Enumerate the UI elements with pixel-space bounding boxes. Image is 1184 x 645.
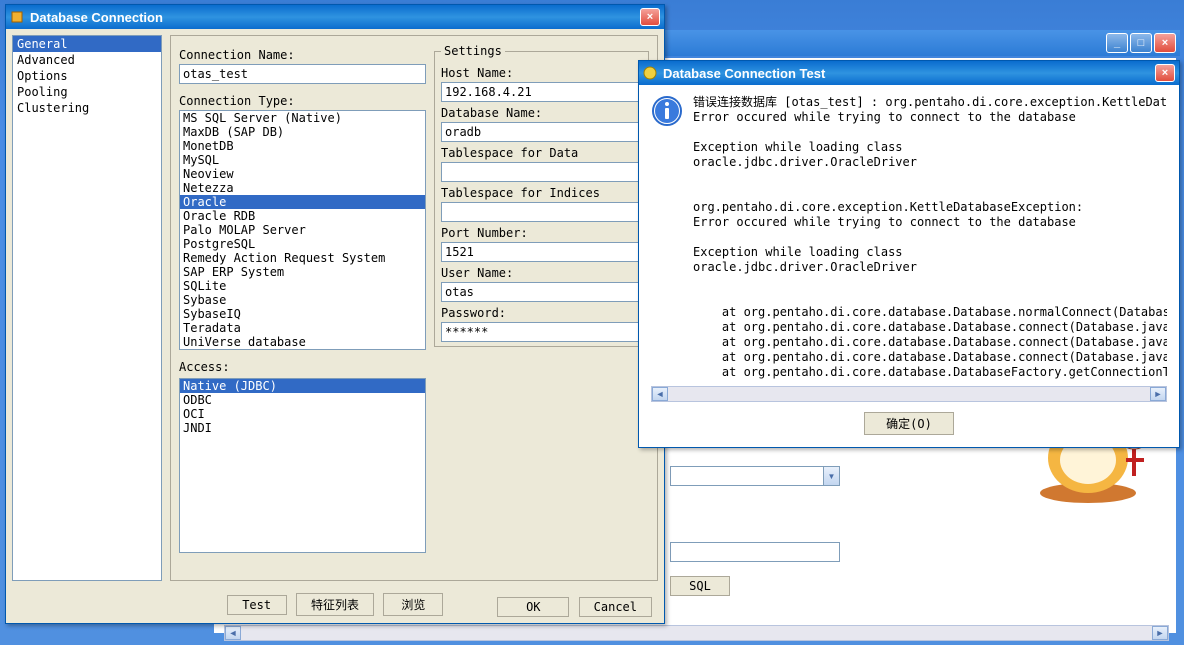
error-ok-button[interactable]: 确定(O) — [864, 412, 954, 435]
list-item[interactable]: Oracle — [180, 195, 425, 209]
main-title: Database Connection — [30, 10, 640, 25]
list-item[interactable]: SQLite — [180, 279, 425, 293]
dbname-label: Database Name: — [441, 106, 642, 120]
hostname-input[interactable] — [441, 82, 642, 102]
list-item[interactable]: Remedy Action Request System — [180, 251, 425, 265]
password-label: Password: — [441, 306, 642, 320]
ok-button[interactable]: OK — [497, 597, 569, 617]
list-item[interactable]: MySQL — [180, 153, 425, 167]
list-item[interactable]: SybaseIQ — [180, 307, 425, 321]
info-icon — [651, 95, 683, 127]
username-input[interactable] — [441, 282, 642, 302]
category-sidebar: GeneralAdvancedOptionsPoolingClustering — [12, 35, 162, 581]
error-message: 错误连接数据库 [otas_test] : org.pentaho.di.cor… — [693, 95, 1167, 380]
access-label: Access: — [179, 360, 426, 374]
parent-close-button[interactable]: × — [1154, 33, 1176, 53]
background-combo-1[interactable]: ▼ — [670, 466, 840, 486]
sidebar-item-advanced[interactable]: Advanced — [13, 52, 161, 68]
list-item[interactable]: UniVerse database — [180, 335, 425, 349]
error-close-button[interactable]: × — [1155, 64, 1175, 82]
list-item[interactable]: Palo MOLAP Server — [180, 223, 425, 237]
close-button[interactable]: × — [640, 8, 660, 26]
database-connection-dialog: Database Connection × GeneralAdvancedOpt… — [5, 4, 665, 624]
list-item[interactable]: PostgreSQL — [180, 237, 425, 251]
list-item[interactable]: Vertica — [180, 349, 425, 350]
parent-horizontal-scrollbar[interactable]: ◄ ► — [224, 625, 1169, 641]
connection-name-label: Connection Name: — [179, 48, 426, 62]
list-item[interactable]: Native (JDBC) — [180, 379, 425, 393]
background-field-1[interactable] — [670, 542, 840, 562]
list-item[interactable]: MaxDB (SAP DB) — [180, 125, 425, 139]
error-horizontal-scrollbar[interactable]: ◄ ► — [651, 386, 1167, 402]
scroll-left-icon[interactable]: ◄ — [652, 387, 668, 401]
database-icon — [10, 10, 24, 24]
list-item[interactable]: JNDI — [180, 421, 425, 435]
tablespace-idx-input[interactable] — [441, 202, 642, 222]
sidebar-item-general[interactable]: General — [13, 36, 161, 52]
list-item[interactable]: SAP ERP System — [180, 265, 425, 279]
test-button[interactable]: Test — [227, 595, 287, 615]
database-connection-test-dialog: Database Connection Test × 错误连接数据库 [otas… — [638, 60, 1180, 448]
cancel-button[interactable]: Cancel — [579, 597, 652, 617]
port-label: Port Number: — [441, 226, 642, 240]
sql-button[interactable]: SQL — [670, 576, 730, 596]
username-label: User Name: — [441, 266, 642, 280]
list-item[interactable]: Oracle RDB — [180, 209, 425, 223]
list-item[interactable]: ODBC — [180, 393, 425, 407]
port-input[interactable] — [441, 242, 642, 262]
settings-legend: Settings — [441, 44, 505, 58]
tablespace-data-input[interactable] — [441, 162, 642, 182]
access-listbox[interactable]: Native (JDBC)ODBCOCIJNDI — [179, 378, 426, 553]
scroll-right-icon[interactable]: ► — [1152, 626, 1168, 640]
browse-button[interactable]: 浏览 — [383, 593, 443, 616]
list-item[interactable]: Sybase — [180, 293, 425, 307]
feature-list-button[interactable]: 特征列表 — [296, 593, 374, 616]
list-item[interactable]: Netezza — [180, 181, 425, 195]
hostname-label: Host Name: — [441, 66, 642, 80]
main-titlebar: Database Connection × — [6, 5, 664, 29]
test-dialog-icon — [643, 66, 657, 80]
password-input[interactable] — [441, 322, 642, 342]
maximize-button[interactable]: □ — [1130, 33, 1152, 53]
list-item[interactable]: MS SQL Server (Native) — [180, 111, 425, 125]
tablespace-data-label: Tablespace for Data — [441, 146, 642, 160]
list-item[interactable]: Teradata — [180, 321, 425, 335]
list-item[interactable]: Neoview — [180, 167, 425, 181]
list-item[interactable]: OCI — [180, 407, 425, 421]
error-title: Database Connection Test — [663, 66, 1155, 81]
error-titlebar: Database Connection Test × — [639, 61, 1179, 85]
dbname-input[interactable] — [441, 122, 642, 142]
scroll-left-icon[interactable]: ◄ — [225, 626, 241, 640]
sidebar-item-pooling[interactable]: Pooling — [13, 84, 161, 100]
scroll-right-icon[interactable]: ► — [1150, 387, 1166, 401]
connection-type-label: Connection Type: — [179, 94, 426, 108]
tablespace-idx-label: Tablespace for Indices — [441, 186, 642, 200]
settings-fieldset: Settings Host Name: Database Name: Table… — [434, 44, 649, 347]
minimize-button[interactable]: _ — [1106, 33, 1128, 53]
dialog-buttons-row: OK Cancel — [491, 597, 652, 617]
connection-type-listbox[interactable]: MS SQL Server (Native)MaxDB (SAP DB)Mone… — [179, 110, 426, 350]
chevron-down-icon: ▼ — [823, 467, 839, 485]
sidebar-item-options[interactable]: Options — [13, 68, 161, 84]
list-item[interactable]: MonetDB — [180, 139, 425, 153]
sidebar-item-clustering[interactable]: Clustering — [13, 100, 161, 116]
connection-name-input[interactable] — [179, 64, 426, 84]
